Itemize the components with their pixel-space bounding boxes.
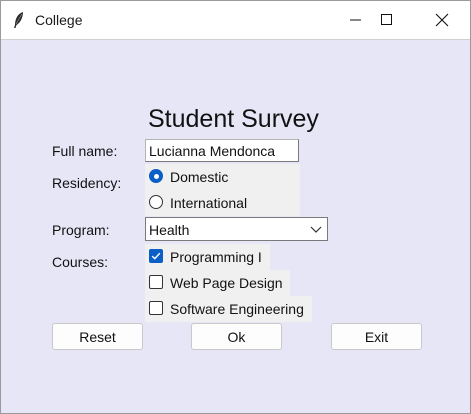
exit-button[interactable]: Exit xyxy=(331,323,422,350)
courses-label: Courses: xyxy=(52,254,109,270)
checkbox-unchecked-icon[interactable] xyxy=(149,275,163,289)
radio-selected-icon[interactable] xyxy=(149,169,163,183)
app-window: College Student Survey Full name: Lucian… xyxy=(0,0,471,414)
course-checkbox-software-engineering[interactable]: Software Engineering xyxy=(145,296,312,322)
full-name-field[interactable]: Lucianna Mendonca xyxy=(145,139,299,162)
course-label: Software Engineering xyxy=(170,301,304,317)
checkbox-unchecked-icon[interactable] xyxy=(149,301,163,315)
maximize-button[interactable] xyxy=(364,1,410,39)
residency-option-international[interactable]: International xyxy=(145,190,300,216)
checkmark-icon xyxy=(151,252,161,260)
course-label: Programming I xyxy=(170,249,262,265)
course-label: Web Page Design xyxy=(170,275,283,291)
radio-unselected-icon[interactable] xyxy=(149,195,163,209)
course-checkbox-web-page-design[interactable]: Web Page Design xyxy=(145,270,290,296)
full-name-label: Full name: xyxy=(52,143,118,159)
close-icon xyxy=(435,13,449,27)
ok-button[interactable]: Ok xyxy=(191,323,282,350)
minimize-icon xyxy=(350,19,361,21)
maximize-icon xyxy=(381,14,392,25)
residency-option-label: International xyxy=(170,195,248,211)
feather-icon xyxy=(14,12,23,28)
residency-option-label: Domestic xyxy=(170,169,229,185)
reset-button[interactable]: Reset xyxy=(52,323,143,350)
page-title: Student Survey xyxy=(148,105,319,133)
checkbox-checked-icon[interactable] xyxy=(149,249,163,263)
course-checkbox-programming-i[interactable]: Programming I xyxy=(145,244,270,270)
chevron-down-icon[interactable] xyxy=(309,222,323,236)
title-bar[interactable]: College xyxy=(1,1,470,40)
close-button[interactable] xyxy=(419,1,465,39)
residency-option-domestic[interactable]: Domestic xyxy=(145,164,300,190)
program-selected-value: Health xyxy=(149,222,190,238)
program-select[interactable]: Health xyxy=(145,217,328,241)
window-title: College xyxy=(35,12,83,28)
residency-label: Residency: xyxy=(52,175,122,191)
program-label: Program: xyxy=(52,222,110,238)
